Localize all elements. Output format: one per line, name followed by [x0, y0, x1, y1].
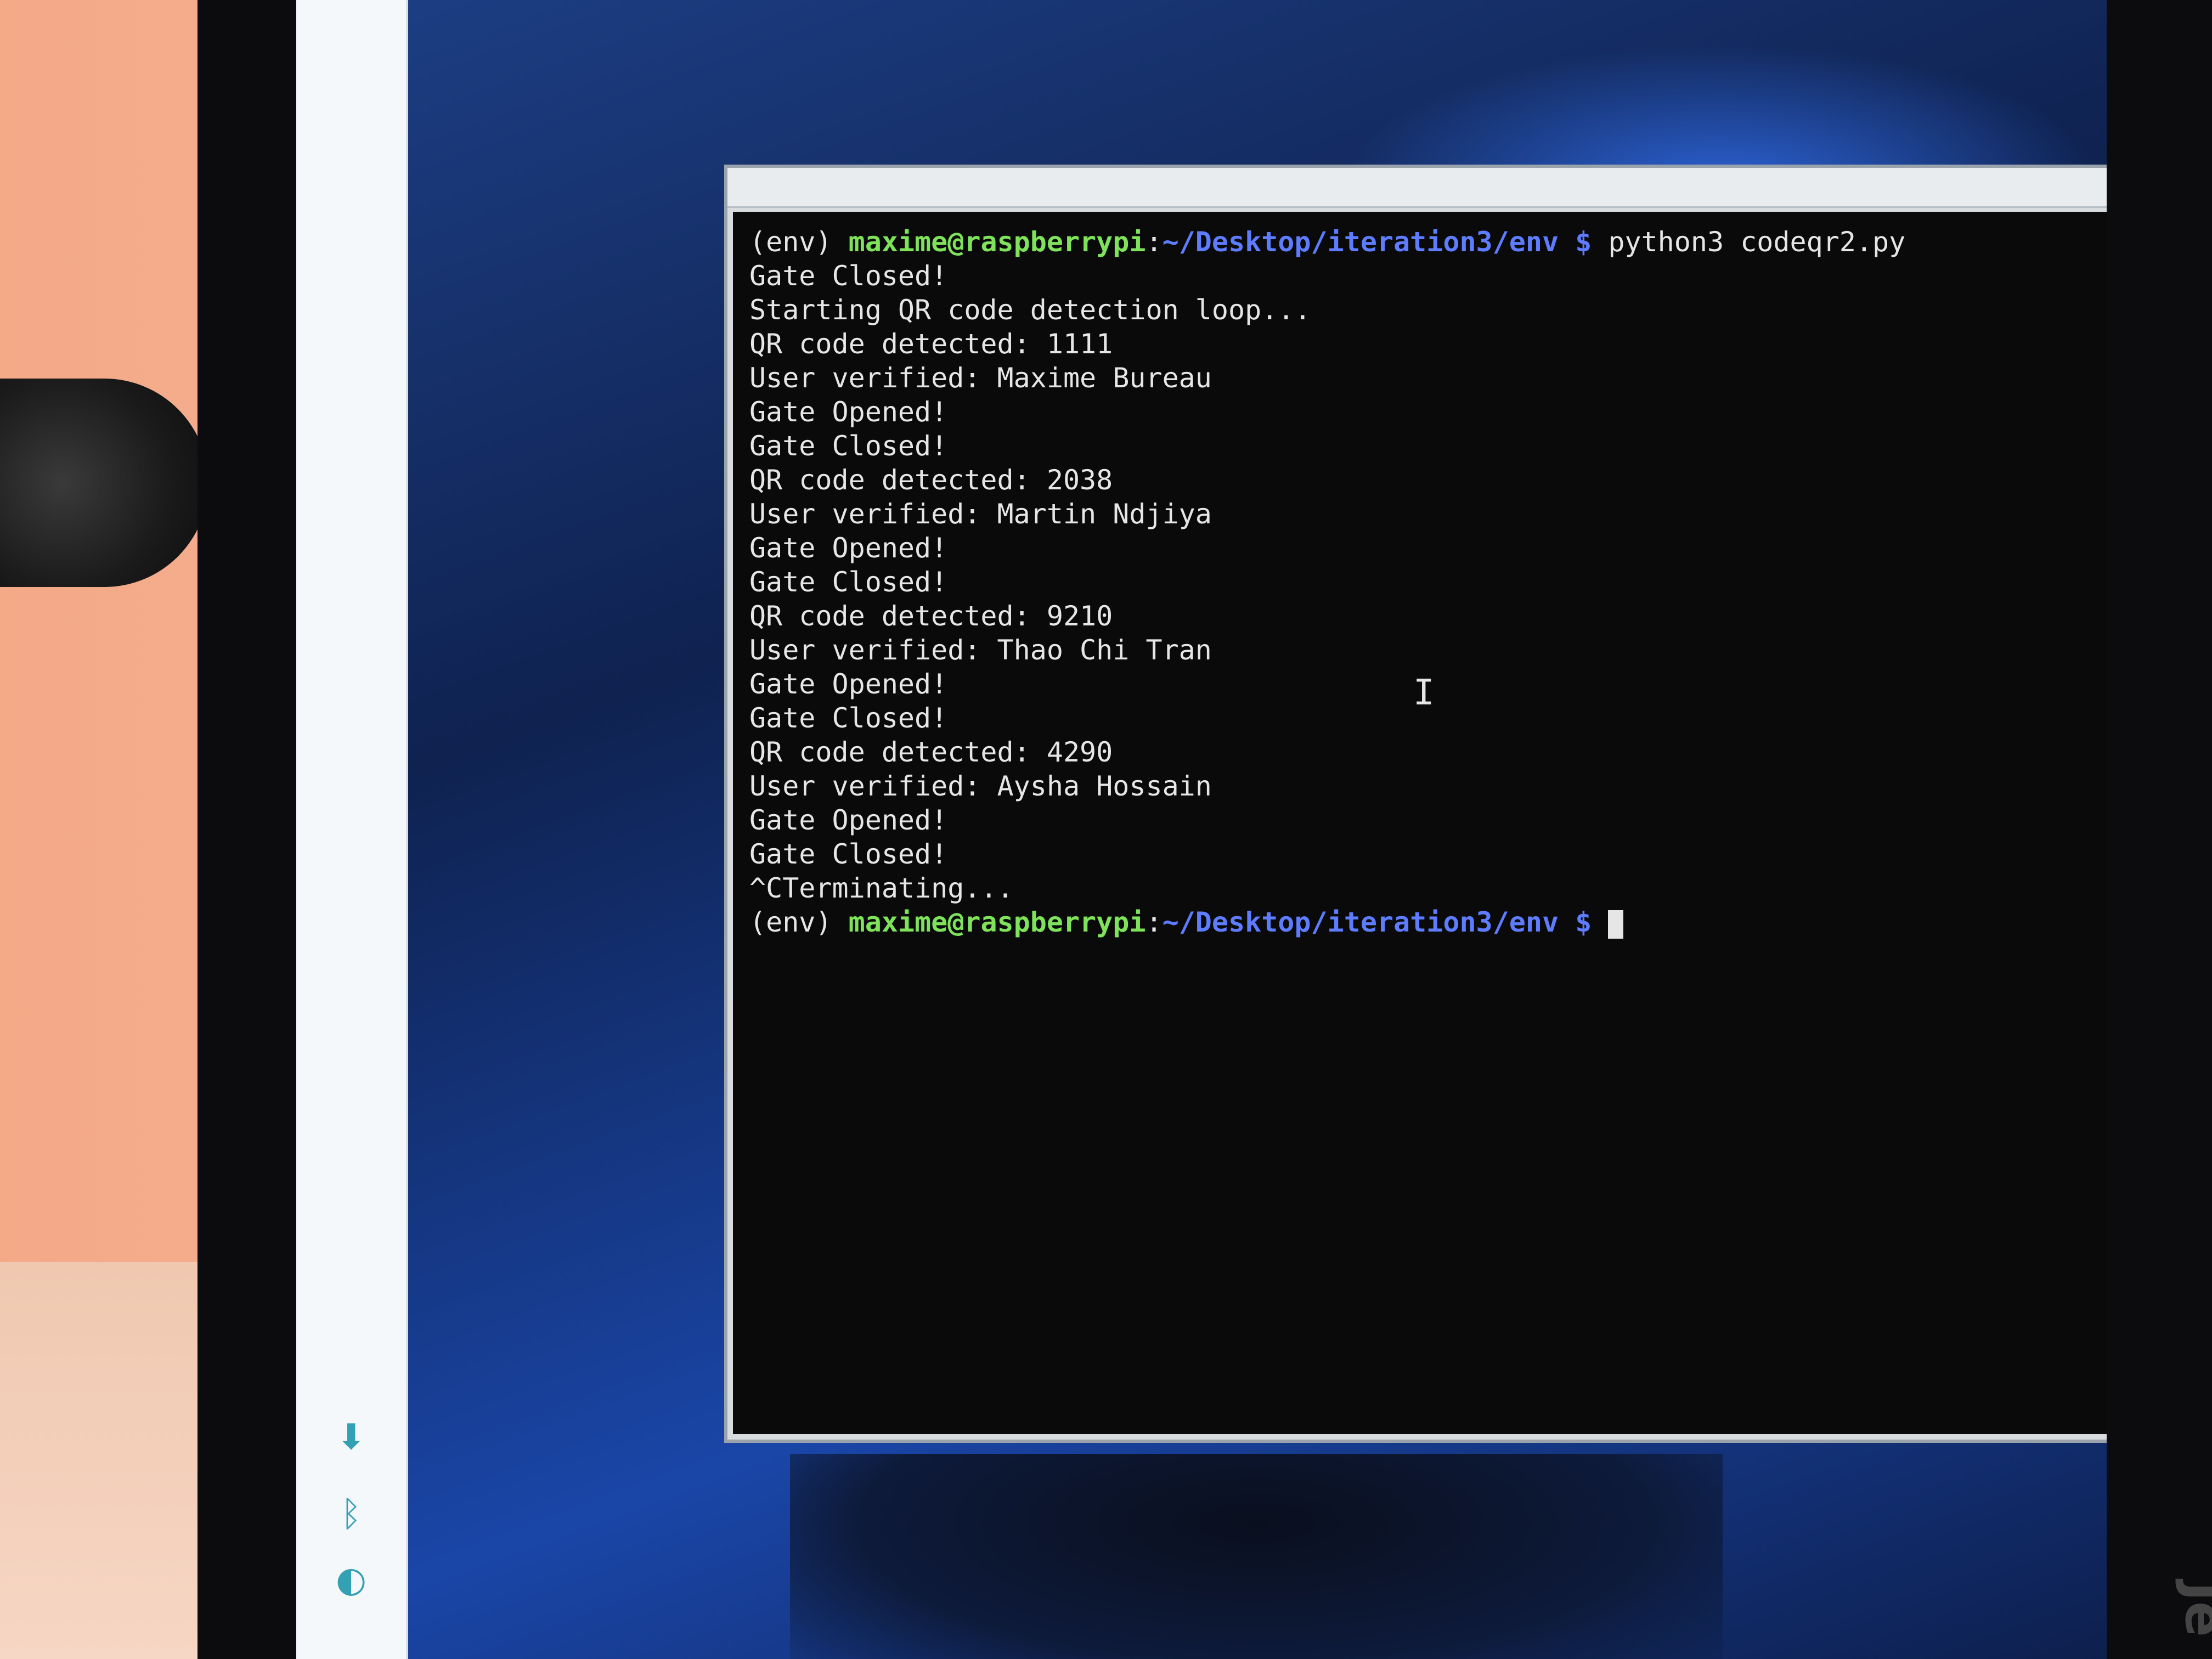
output-line: User verified: Maxime Bureau	[749, 362, 1212, 394]
prompt-path: ~/Desktop/iteration3/env	[1162, 906, 1559, 938]
output-line: QR code detected: 1111	[749, 328, 1113, 360]
output-line: User verified: Aysha Hossain	[749, 770, 1212, 802]
prompt-dollar: $	[1559, 226, 1609, 258]
bluetooth-icon[interactable]: ᛒ	[329, 1492, 373, 1536]
wallpaper-cliff	[790, 1454, 1723, 1659]
monitor-brand-logo: Je	[2174, 1582, 2212, 1637]
output-line: Starting QR code detection loop...	[749, 294, 1311, 326]
output-line: Gate Opened!	[749, 804, 948, 836]
output-line: QR code detected: 2038	[749, 464, 1113, 496]
output-line: Gate Closed!	[749, 430, 948, 462]
prompt-path: ~/Desktop/iteration3/env	[1162, 226, 1559, 258]
terminal-output[interactable]: (env) maxime@raspberrypi:~/Desktop/itera…	[733, 212, 2107, 1434]
terminal-titlebar[interactable]: ✕	[727, 168, 2107, 208]
prompt-separator: :	[1146, 906, 1163, 938]
prompt-user: maxime@raspberrypi	[848, 226, 1146, 258]
prompt-command: python3 codeqr2.py	[1608, 226, 1906, 258]
terminal-cursor	[1608, 910, 1624, 939]
prompt-line: (env) maxime@raspberrypi:~/Desktop/itera…	[749, 225, 2107, 259]
headphone-photo-prop	[0, 379, 208, 587]
output-line: User verified: Martin Ndjiya	[749, 498, 1212, 530]
prompt-user: maxime@raspberrypi	[848, 906, 1146, 938]
text-cursor-icon: I	[1413, 673, 1435, 713]
output-line: Gate Opened!	[749, 532, 948, 564]
desktop-screen: ◐ ᛒ ⬇ ✕ (env) maxime@raspberrypi:~/Deskt…	[296, 0, 2107, 1659]
output-line: Gate Closed!	[749, 260, 948, 292]
desk-surface	[0, 1262, 208, 1659]
output-line: Gate Closed!	[749, 566, 948, 598]
terminal-window[interactable]: ✕ (env) maxime@raspberrypi:~/Desktop/ite…	[724, 165, 2107, 1443]
prompt-env: (env)	[749, 226, 849, 258]
prompt-env: (env)	[749, 906, 849, 938]
prompt-line: (env) maxime@raspberrypi:~/Desktop/itera…	[749, 905, 2107, 939]
output-line: User verified: Thao Chi Tran	[749, 634, 1212, 666]
output-line: Gate Opened!	[749, 396, 948, 428]
system-panel: ◐ ᛒ ⬇	[296, 0, 408, 1659]
update-icon[interactable]: ⬇	[329, 1415, 373, 1459]
output-line: ^CTerminating...	[749, 872, 1014, 904]
prompt-dollar: $	[1559, 906, 1609, 938]
wifi-icon[interactable]: ◐	[329, 1558, 373, 1602]
output-line: Gate Closed!	[749, 838, 948, 870]
output-line: QR code detected: 9210	[749, 600, 1113, 632]
output-line: QR code detected: 4290	[749, 736, 1113, 768]
prompt-separator: :	[1146, 226, 1163, 258]
